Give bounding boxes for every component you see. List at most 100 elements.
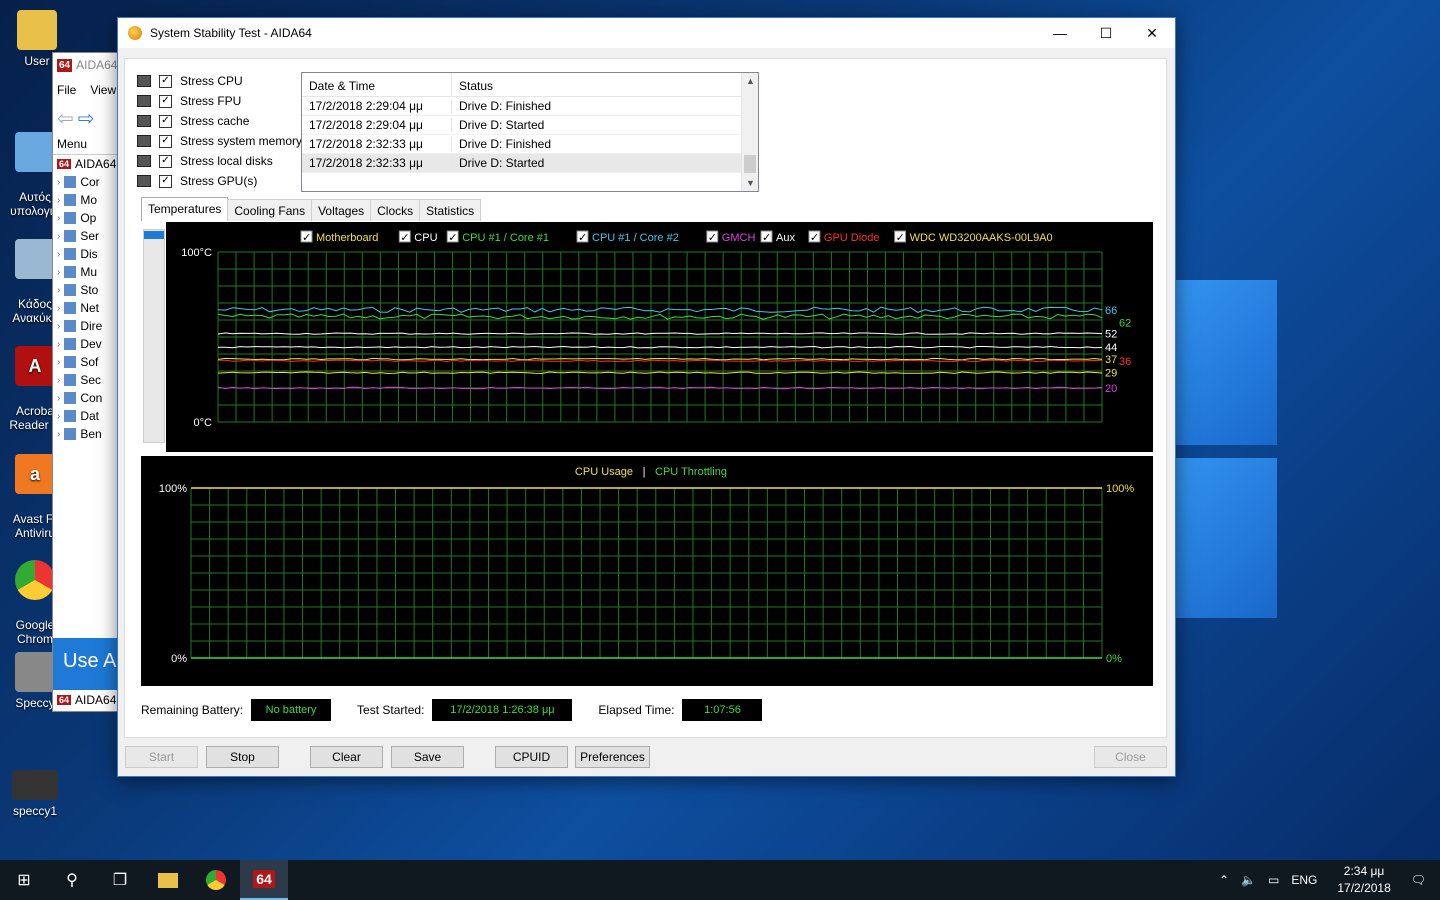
chevron-right-icon[interactable]: › xyxy=(57,285,60,296)
tree-item[interactable]: › Mo xyxy=(53,191,121,209)
language-indicator[interactable]: ENG xyxy=(1291,873,1317,887)
scroll-up-icon[interactable]: ▲ xyxy=(742,76,759,86)
tab-statistics[interactable]: Statistics xyxy=(419,199,482,221)
task-view-icon[interactable]: ❐ xyxy=(96,860,144,900)
stress-option[interactable]: ✓ Stress FPU xyxy=(137,91,302,111)
tab-temperatures[interactable]: Temperatures xyxy=(141,197,229,221)
search-icon[interactable]: ⚲ xyxy=(48,860,96,900)
tab-cooling-fans[interactable]: Cooling Fans xyxy=(227,199,313,221)
series-line xyxy=(217,371,1103,374)
stress-option[interactable]: ✓ Stress system memory xyxy=(137,131,302,151)
tree-item[interactable]: › Sto xyxy=(53,281,121,299)
network-icon[interactable]: ▭ xyxy=(1268,873,1279,887)
bg-taskbar-label: 64 AIDA64 xyxy=(57,693,117,707)
menu-file[interactable]: File xyxy=(57,83,76,97)
chevron-right-icon[interactable]: › xyxy=(57,429,60,440)
tree-item[interactable]: › Net xyxy=(53,299,121,317)
tree-root[interactable]: 64 AIDA64 xyxy=(53,155,121,173)
log-scrollbar[interactable]: ▲ ▼ xyxy=(741,73,758,191)
log-row[interactable]: 17/2/2018 2:32:33 μμ Drive D: Finished xyxy=(302,135,758,154)
back-arrow-icon[interactable]: ⇦ xyxy=(57,106,74,131)
menu-view[interactable]: View xyxy=(90,83,116,97)
chevron-right-icon[interactable]: › xyxy=(57,249,60,260)
maximize-button[interactable]: ☐ xyxy=(1083,18,1129,48)
tree-item[interactable]: › Mu xyxy=(53,263,121,281)
chevron-right-icon[interactable]: › xyxy=(57,339,60,350)
minimize-button[interactable]: — xyxy=(1037,18,1083,48)
temperature-scroll[interactable] xyxy=(143,229,165,443)
stop-button[interactable]: Stop xyxy=(206,746,279,768)
chevron-right-icon[interactable]: › xyxy=(57,357,60,368)
clear-button[interactable]: Clear xyxy=(310,746,383,768)
scroll-down-icon[interactable]: ▼ xyxy=(742,178,759,188)
background-aida64-window[interactable]: 64 AIDA64 File View ⇦ ⇨ Menu 64 AIDA64 ›… xyxy=(52,52,122,712)
chevron-right-icon[interactable]: › xyxy=(57,303,60,314)
tab-clocks[interactable]: Clocks xyxy=(370,199,421,221)
close-window-button[interactable]: ✕ xyxy=(1129,18,1175,48)
stress-checkbox[interactable]: ✓ xyxy=(159,114,172,128)
tree-item[interactable]: › Ben xyxy=(53,425,121,443)
chevron-right-icon[interactable]: › xyxy=(57,393,60,404)
chrome-taskbar-icon[interactable] xyxy=(192,860,240,900)
tree-item-icon xyxy=(64,338,77,350)
chevron-right-icon[interactable]: › xyxy=(57,177,60,188)
tree-item[interactable]: › Con xyxy=(53,389,121,407)
stress-checkbox[interactable]: ✓ xyxy=(159,174,172,188)
tree-item[interactable]: › Cor xyxy=(53,173,121,191)
clock[interactable]: 2:34 μμ 17/2/2018 xyxy=(1337,863,1390,897)
tree-item[interactable]: › Dis xyxy=(53,245,121,263)
preferences-button[interactable]: Preferences xyxy=(575,746,650,768)
chevron-right-icon[interactable]: › xyxy=(57,375,60,386)
tree-item-icon xyxy=(64,176,77,188)
tree-item[interactable]: › Sec xyxy=(53,371,121,389)
tree-item[interactable]: › Dire xyxy=(53,317,121,335)
tree-item[interactable]: › Op xyxy=(53,209,121,227)
title-bar[interactable]: System Stability Test - AIDA64 — ☐ ✕ xyxy=(118,18,1175,48)
chevron-right-icon[interactable]: › xyxy=(57,231,60,242)
clock-time: 2:34 μμ xyxy=(1343,864,1385,878)
desktop-icon-speccy1[interactable]: speccy1 xyxy=(0,770,70,818)
tree-item[interactable]: › Sof xyxy=(53,353,121,371)
file-explorer-icon[interactable] xyxy=(144,860,192,900)
bg-title: 64 AIDA64 xyxy=(57,58,118,72)
chevron-right-icon[interactable]: › xyxy=(57,195,60,206)
stress-checkbox[interactable]: ✓ xyxy=(159,154,172,168)
chevron-right-icon[interactable]: › xyxy=(57,213,60,224)
cpuid-button[interactable]: CPUID xyxy=(495,746,568,768)
close-button[interactable]: Close xyxy=(1094,746,1167,768)
check-icon: ✓ xyxy=(810,231,819,244)
log-row[interactable]: 17/2/2018 2:32:33 μμ Drive D: Started xyxy=(302,154,758,173)
stress-option[interactable]: ✓ Stress cache xyxy=(137,111,302,131)
start-windows-icon[interactable]: ⊞ xyxy=(0,860,48,900)
stress-checkbox[interactable]: ✓ xyxy=(159,74,172,88)
forward-arrow-icon[interactable]: ⇨ xyxy=(78,106,95,131)
column-date-time[interactable]: Date & Time xyxy=(302,73,452,96)
chevron-right-icon[interactable]: › xyxy=(57,267,60,278)
start-button[interactable]: Start xyxy=(125,746,198,768)
tree-item[interactable]: › Dat xyxy=(53,407,121,425)
tree-item[interactable]: › Ser xyxy=(53,227,121,245)
y-axis-bottom-label: 0°C xyxy=(194,417,213,429)
save-button[interactable]: Save xyxy=(391,746,464,768)
legend-label: CPU #1 / Core #2 xyxy=(592,232,679,244)
stress-option[interactable]: ✓ Stress GPU(s) xyxy=(137,171,302,191)
log-row[interactable]: 17/2/2018 2:29:04 μμ Drive D: Finished xyxy=(302,97,758,116)
stress-checkbox[interactable]: ✓ xyxy=(159,134,172,148)
tab-voltages[interactable]: Voltages xyxy=(311,199,372,221)
menu-tab[interactable]: Menu xyxy=(57,137,87,151)
event-log-list[interactable]: Date & Time Status 17/2/2018 2:29:04 μμ D… xyxy=(301,72,759,192)
chevron-up-icon[interactable]: ⌃ xyxy=(1219,873,1229,887)
stress-option[interactable]: ✓ Stress CPU xyxy=(137,71,302,91)
stress-option[interactable]: ✓ Stress local disks xyxy=(137,151,302,171)
scroll-thumb[interactable] xyxy=(744,155,756,173)
tree-item[interactable]: › Dev xyxy=(53,335,121,353)
log-row[interactable]: 17/2/2018 2:29:04 μμ Drive D: Started xyxy=(302,116,758,135)
aida64-taskbar-icon[interactable]: 64 xyxy=(240,860,288,900)
chevron-right-icon[interactable]: › xyxy=(57,321,60,332)
stress-checkbox[interactable]: ✓ xyxy=(159,94,172,108)
legend-label: CPU #1 / Core #1 xyxy=(462,232,549,244)
column-status[interactable]: Status xyxy=(452,73,740,96)
chevron-right-icon[interactable]: › xyxy=(57,411,60,422)
volume-icon[interactable]: 🔈 xyxy=(1241,873,1256,887)
notifications-icon[interactable]: 🗨 xyxy=(1411,873,1426,887)
